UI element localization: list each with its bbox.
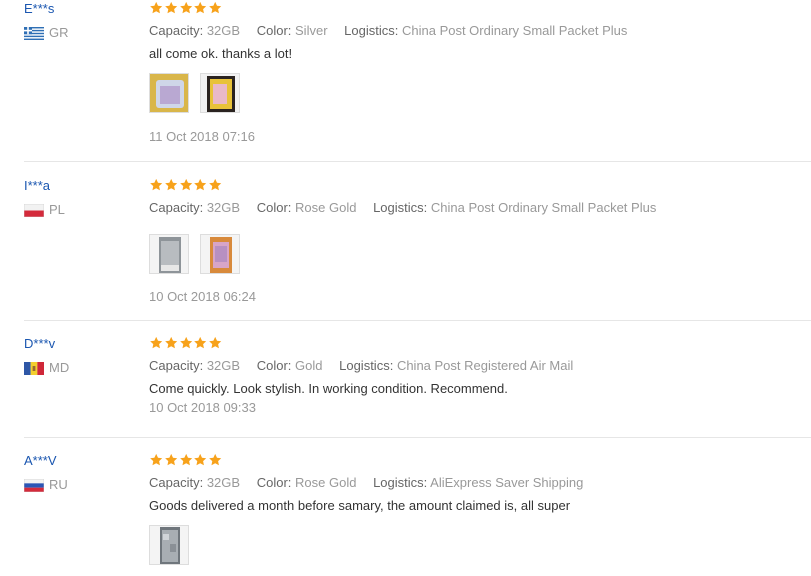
capacity-value: 32GB (206, 475, 241, 490)
review-text: Come quickly. Look stylish. In working c… (149, 381, 508, 396)
country-code: PL (49, 202, 65, 217)
star-icon (208, 1, 222, 15)
review-photo-thumbnail[interactable] (149, 73, 189, 113)
star-icon (193, 178, 207, 192)
review-item: D***v MD Capacity: 32GB Color: Gold Logi… (0, 321, 811, 438)
star-icon (164, 178, 178, 192)
star-icon (164, 1, 178, 15)
star-icon (208, 336, 222, 350)
logistics-label: Logistics: (344, 23, 399, 38)
star-icon (179, 1, 193, 15)
star-icon (179, 178, 193, 192)
order-info: Capacity: 32GB Color: Gold Logistics: Ch… (149, 358, 811, 374)
review-photo-thumbnail[interactable] (149, 525, 189, 565)
review-photo-thumbnail[interactable] (200, 234, 240, 274)
review-photo-thumbnail[interactable] (200, 73, 240, 113)
order-info: Capacity: 32GB Color: Rose Gold Logistic… (149, 200, 811, 216)
reviewer-country: PL (24, 202, 65, 218)
review-photos (149, 525, 811, 565)
color-label: Color: (256, 475, 292, 490)
capacity-value: 32GB (206, 23, 241, 38)
rating-stars (149, 178, 811, 194)
review-photos (149, 234, 811, 274)
star-icon (179, 336, 193, 350)
country-code: MD (49, 360, 70, 375)
capacity-value: 32GB (206, 358, 241, 373)
star-icon (193, 336, 207, 350)
capacity-label: Capacity: (149, 475, 204, 490)
moldova-flag-icon (24, 361, 44, 375)
reviewer-country: RU (24, 477, 68, 493)
rating-stars (149, 1, 811, 17)
review-text: Goods delivered a month before samary, t… (149, 498, 571, 513)
color-value: Gold (295, 358, 323, 373)
star-icon (149, 1, 163, 15)
star-icon (208, 178, 222, 192)
reviewer-country: MD (24, 360, 69, 376)
reviewer-name[interactable]: I***a (24, 178, 65, 194)
russia-flag-icon (24, 478, 44, 492)
color-value: Silver (295, 23, 328, 38)
star-icon (149, 453, 163, 467)
review-date: 11 Oct 2018 07:16 (149, 129, 256, 144)
star-icon (164, 336, 178, 350)
star-icon (208, 453, 222, 467)
review-item: E***s GR Capacity: 32GB Color: Silver Lo… (0, 0, 811, 162)
review-date: 10 Oct 2018 06:24 (149, 289, 256, 304)
review-item: A***V RU Capacity: 32GB Color: Rose Gold… (0, 438, 811, 576)
logistics-label: Logistics: (373, 475, 428, 490)
color-label: Color: (256, 358, 292, 373)
poland-flag-icon (24, 203, 44, 217)
reviewer-country: GR (24, 25, 69, 41)
reviewer-name[interactable]: E***s (24, 1, 69, 17)
star-icon (179, 453, 193, 467)
star-icon (193, 1, 207, 15)
capacity-value: 32GB (206, 200, 241, 215)
review-item: I***a PL Capacity: 32GB Color: Rose Gold… (0, 162, 811, 321)
review-photo-thumbnail[interactable] (149, 234, 189, 274)
logistics-label: Logistics: (373, 200, 428, 215)
capacity-label: Capacity: (149, 23, 204, 38)
color-value: Rose Gold (295, 200, 357, 215)
color-value: Rose Gold (295, 475, 357, 490)
star-icon (149, 178, 163, 192)
capacity-label: Capacity: (149, 358, 204, 373)
color-label: Color: (256, 23, 292, 38)
review-photos (149, 73, 811, 113)
logistics-label: Logistics: (339, 358, 394, 373)
greece-flag-icon (24, 26, 44, 40)
review-text: all come ok. thanks a lot! (149, 46, 293, 61)
rating-stars (149, 453, 811, 469)
logistics-value: China Post Ordinary Small Packet Plus (430, 200, 657, 215)
logistics-value: China Post Registered Air Mail (396, 358, 574, 373)
reviewer-name[interactable]: A***V (24, 453, 68, 469)
country-code: GR (49, 25, 69, 40)
reviewer-name[interactable]: D***v (24, 336, 69, 352)
logistics-value: China Post Ordinary Small Packet Plus (401, 23, 628, 38)
country-code: RU (49, 477, 68, 492)
star-icon (149, 336, 163, 350)
star-icon (164, 453, 178, 467)
review-date: 10 Oct 2018 09:33 (149, 400, 256, 415)
order-info: Capacity: 32GB Color: Silver Logistics: … (149, 23, 811, 39)
capacity-label: Capacity: (149, 200, 204, 215)
color-label: Color: (256, 200, 292, 215)
star-icon (193, 453, 207, 467)
order-info: Capacity: 32GB Color: Rose Gold Logistic… (149, 475, 811, 491)
rating-stars (149, 336, 811, 352)
logistics-value: AliExpress Saver Shipping (430, 475, 584, 490)
